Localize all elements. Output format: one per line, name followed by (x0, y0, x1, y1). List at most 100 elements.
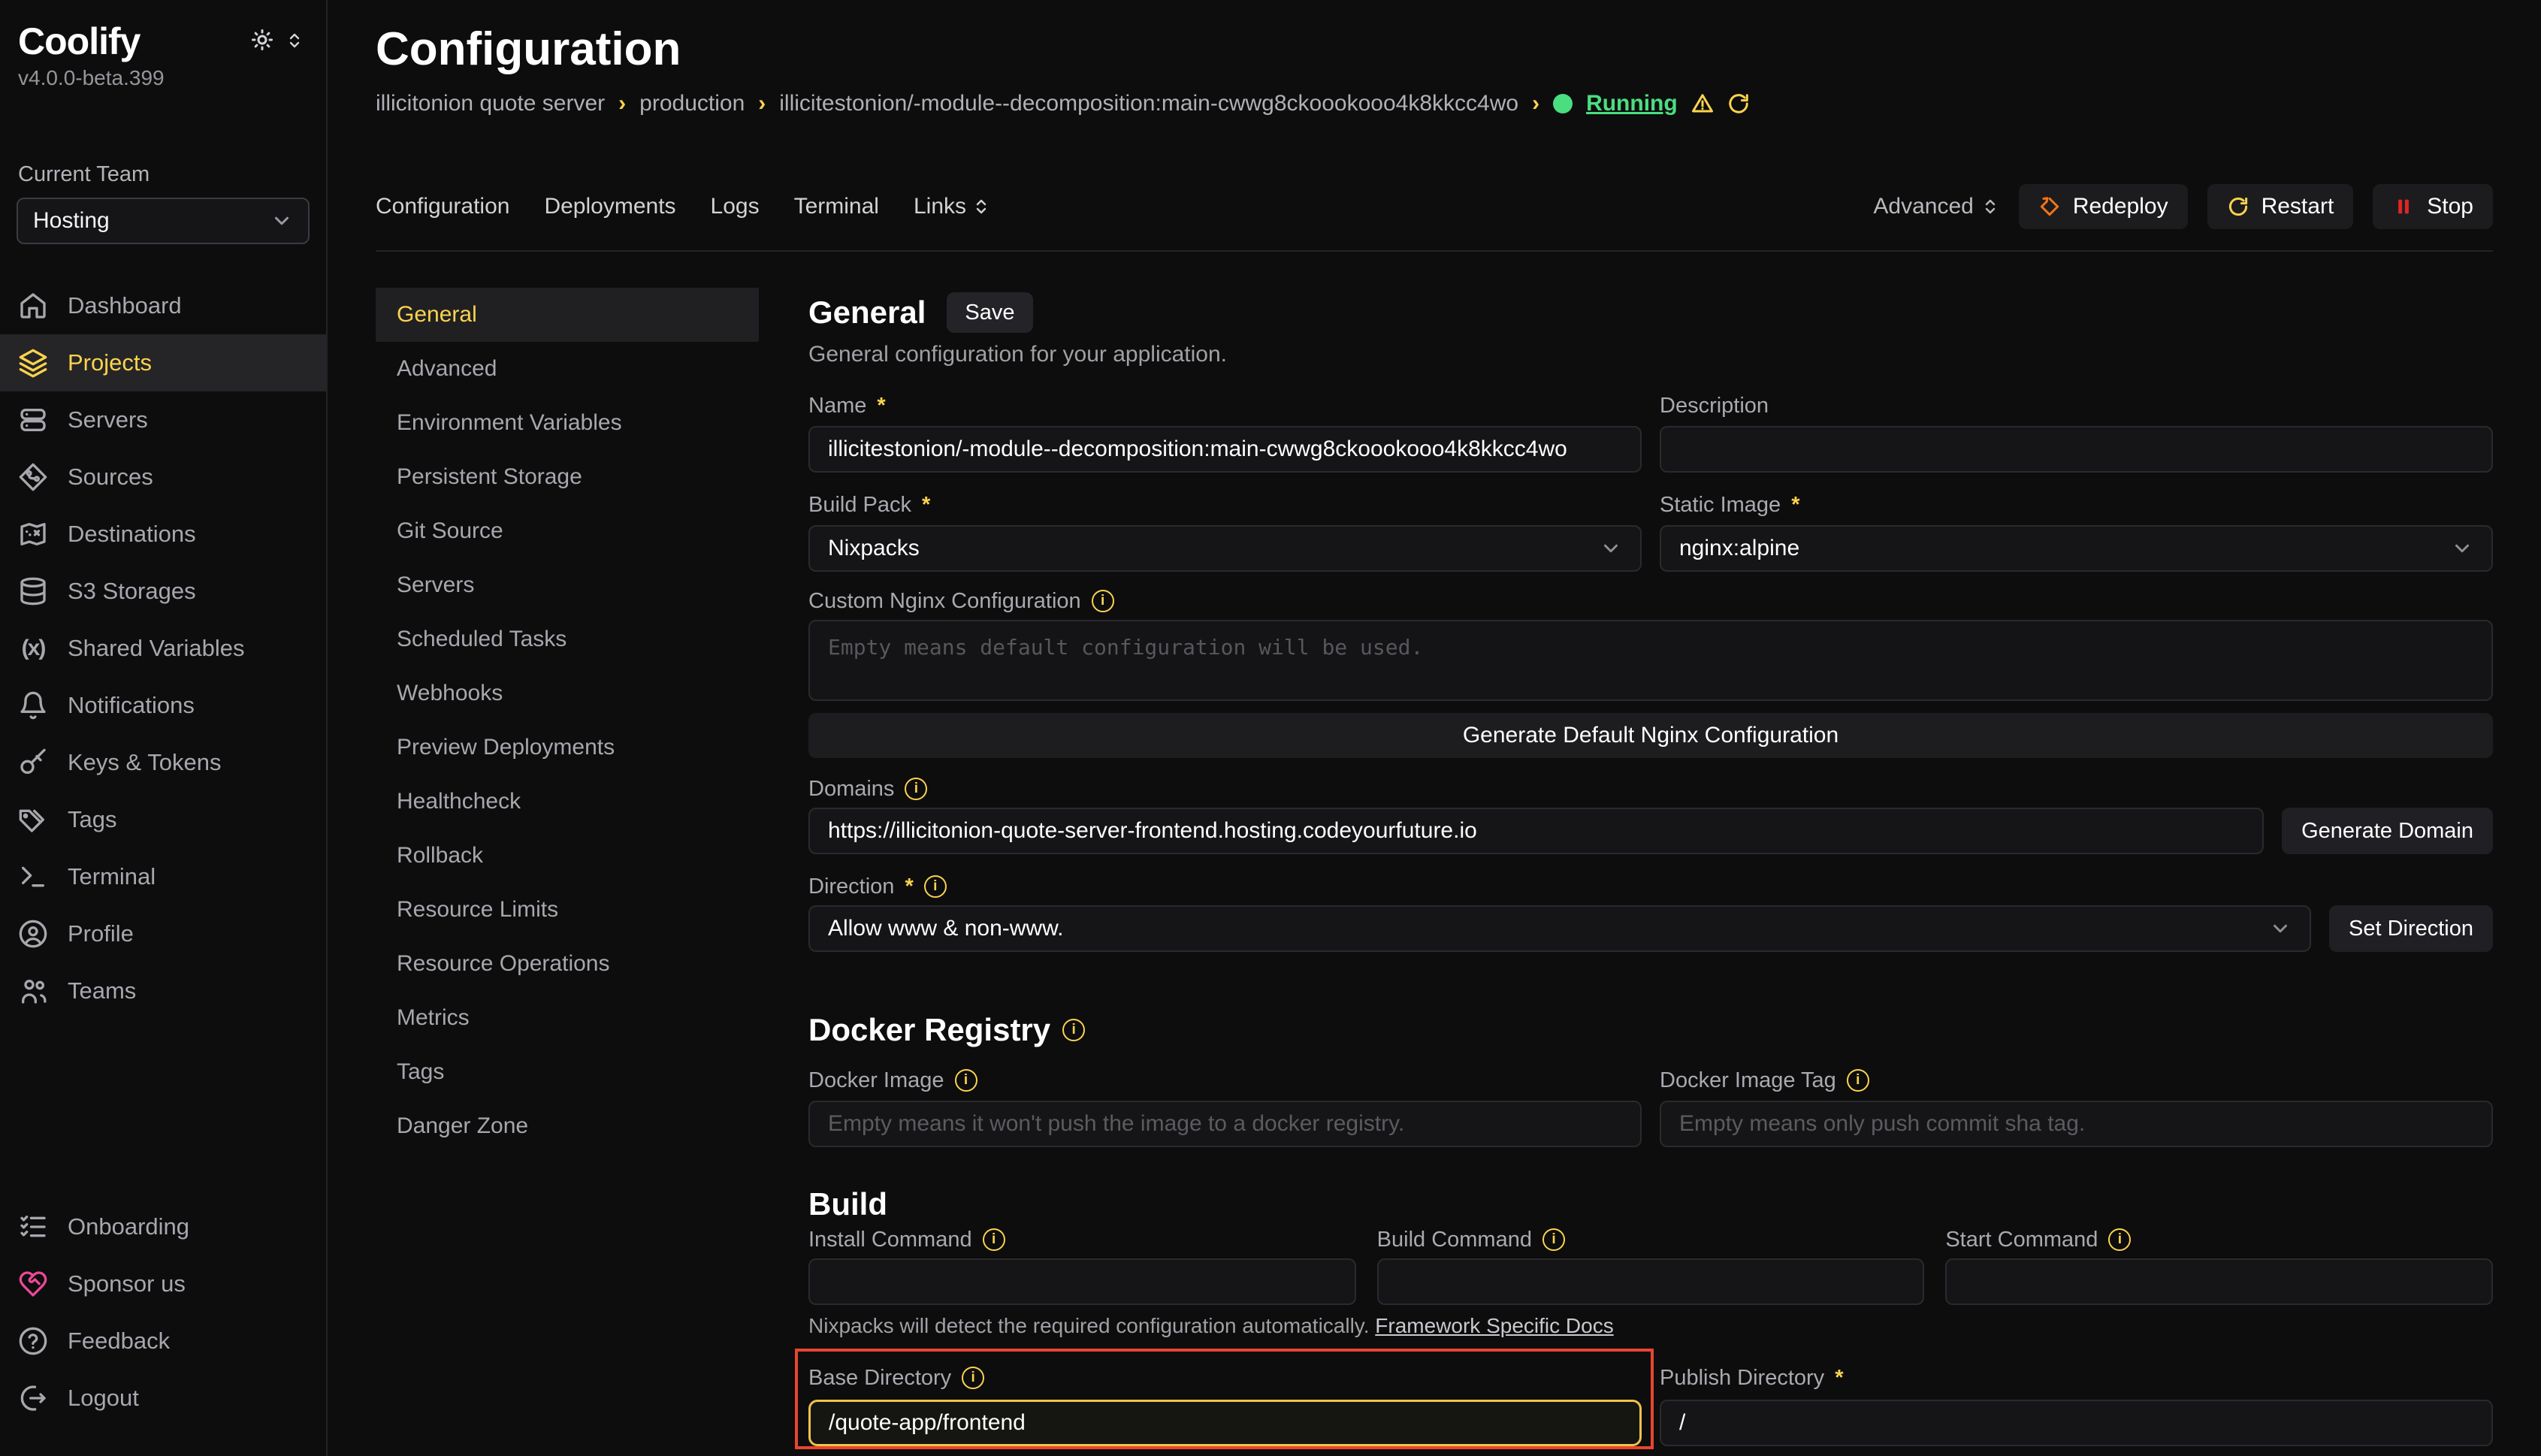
info-icon[interactable]: i (983, 1228, 1005, 1251)
framework-docs-link[interactable]: Framework Specific Docs (1375, 1314, 1613, 1337)
sidebar-item-servers[interactable]: Servers (0, 391, 326, 449)
name-input[interactable] (808, 426, 1642, 473)
warning-triangle-icon[interactable] (1691, 92, 1714, 115)
info-icon[interactable]: i (924, 875, 947, 898)
sidebar-item-s3-storages[interactable]: S3 Storages (0, 563, 326, 620)
sidebar-item-tags[interactable]: Tags (0, 791, 326, 848)
submenu-item-advanced[interactable]: Advanced (376, 342, 759, 396)
sidebar-item-logout[interactable]: Logout (0, 1370, 326, 1427)
breadcrumb-environment[interactable]: production (639, 91, 745, 116)
sidebar-item-destinations[interactable]: Destinations (0, 506, 326, 563)
theme-toggle-sun-icon[interactable] (251, 29, 273, 57)
submenu-item-rollback[interactable]: Rollback (376, 829, 759, 883)
tab-links[interactable]: Links (914, 194, 990, 219)
install-command-input[interactable] (808, 1258, 1356, 1305)
required-asterisk: * (877, 394, 885, 418)
terminal-icon (18, 862, 48, 892)
sidebar-item-feedback[interactable]: Feedback (0, 1313, 326, 1370)
sidebar-item-teams[interactable]: Teams (0, 962, 326, 1020)
submenu-item-scheduled-tasks[interactable]: Scheduled Tasks (376, 612, 759, 666)
breadcrumb-project[interactable]: illicitonion quote server (376, 91, 605, 116)
info-icon[interactable]: i (1847, 1069, 1869, 1092)
breadcrumb-separator-icon: › (758, 91, 766, 116)
publish-directory-input[interactable] (1660, 1400, 2493, 1446)
docker-image-label: Docker Imagei (808, 1068, 1642, 1093)
sidebar-bottom-nav: Onboarding Sponsor us Feedback Logout (0, 1198, 326, 1427)
base-directory-input[interactable] (808, 1400, 1642, 1446)
docker-image-tag-input[interactable] (1660, 1101, 2493, 1147)
info-icon[interactable]: i (955, 1069, 977, 1092)
start-command-label: Start Commandi (1945, 1227, 2493, 1252)
sidebar-item-profile[interactable]: Profile (0, 905, 326, 962)
nginx-config-textarea[interactable] (808, 620, 2493, 701)
submenu-item-servers[interactable]: Servers (376, 558, 759, 612)
collapse-chevrons-icon[interactable] (286, 30, 304, 56)
build-pack-select[interactable]: Nixpacks (808, 525, 1642, 572)
info-icon[interactable]: i (2108, 1228, 2131, 1251)
nixpacks-helper-text: Nixpacks will detect the required config… (808, 1314, 2493, 1338)
info-icon[interactable]: i (1062, 1019, 1085, 1041)
info-icon[interactable]: i (1092, 590, 1114, 612)
info-icon[interactable]: i (905, 778, 927, 800)
settings-submenu: General Advanced Environment Variables P… (376, 288, 759, 1456)
submenu-item-healthcheck[interactable]: Healthcheck (376, 775, 759, 829)
restart-button[interactable]: Restart (2207, 184, 2354, 229)
set-direction-button[interactable]: Set Direction (2329, 905, 2493, 952)
submenu-item-git-source[interactable]: Git Source (376, 504, 759, 558)
tab-deployments[interactable]: Deployments (544, 194, 675, 219)
build-command-input[interactable] (1377, 1258, 1925, 1305)
save-button[interactable]: Save (947, 292, 1032, 333)
submenu-item-persistent-storage[interactable]: Persistent Storage (376, 450, 759, 504)
chevrons-up-down-icon (1981, 198, 1999, 216)
nginx-config-label: Custom Nginx Configurationi (808, 588, 2493, 614)
tab-configuration[interactable]: Configuration (376, 194, 509, 219)
submenu-item-danger-zone[interactable]: Danger Zone (376, 1099, 759, 1153)
static-image-select[interactable]: nginx:alpine (1660, 525, 2493, 572)
submenu-item-tags[interactable]: Tags (376, 1045, 759, 1099)
general-form: General Save General configuration for y… (808, 288, 2493, 1456)
docker-image-input[interactable] (808, 1101, 1642, 1147)
generate-nginx-button[interactable]: Generate Default Nginx Configuration (808, 713, 2493, 758)
info-icon[interactable]: i (962, 1367, 984, 1389)
submenu-item-resource-operations[interactable]: Resource Operations (376, 937, 759, 991)
generate-domain-button[interactable]: Generate Domain (2282, 808, 2493, 854)
sidebar-item-shared-variables[interactable]: (x) Shared Variables (0, 620, 326, 677)
domains-input[interactable] (808, 808, 2264, 854)
sidebar-item-onboarding[interactable]: Onboarding (0, 1198, 326, 1255)
sidebar-item-projects[interactable]: Projects (0, 334, 326, 391)
name-label: Name* (808, 393, 1642, 418)
status-badge[interactable]: Running (1586, 91, 1678, 116)
info-icon[interactable]: i (1542, 1228, 1565, 1251)
server-icon (18, 405, 48, 435)
tab-terminal[interactable]: Terminal (794, 194, 879, 219)
sidebar-item-keys-tokens[interactable]: Keys & Tokens (0, 734, 326, 791)
direction-select[interactable]: Allow www & non-www. (808, 905, 2311, 952)
database-icon (18, 576, 48, 606)
sidebar-item-notifications[interactable]: Notifications (0, 677, 326, 734)
help-circle-icon (18, 1326, 48, 1356)
sidebar-item-sources[interactable]: Sources (0, 449, 326, 506)
stop-button[interactable]: Stop (2373, 184, 2493, 229)
sidebar-item-terminal[interactable]: Terminal (0, 848, 326, 905)
tags-icon (18, 805, 48, 835)
description-input[interactable] (1660, 426, 2493, 473)
required-asterisk: * (1791, 493, 1799, 518)
submenu-item-general[interactable]: General (376, 288, 759, 342)
refresh-icon[interactable] (1727, 92, 1750, 115)
submenu-item-metrics[interactable]: Metrics (376, 991, 759, 1045)
logout-icon (18, 1383, 48, 1413)
sidebar-item-dashboard[interactable]: Dashboard (0, 277, 326, 334)
submenu-item-environment-variables[interactable]: Environment Variables (376, 396, 759, 450)
static-image-label: Static Image* (1660, 492, 2493, 518)
advanced-dropdown[interactable]: Advanced (1873, 194, 1999, 219)
redeploy-button[interactable]: Redeploy (2019, 184, 2188, 229)
breadcrumb-application[interactable]: illicitestonion/-module--decomposition:m… (779, 91, 1518, 116)
start-command-input[interactable] (1945, 1258, 2493, 1305)
submenu-item-resource-limits[interactable]: Resource Limits (376, 883, 759, 937)
sidebar-item-sponsor-us[interactable]: Sponsor us (0, 1255, 326, 1313)
submenu-item-webhooks[interactable]: Webhooks (376, 666, 759, 720)
bell-icon (18, 690, 48, 720)
team-select[interactable]: Hosting (17, 198, 310, 244)
tab-logs[interactable]: Logs (711, 194, 760, 219)
submenu-item-preview-deployments[interactable]: Preview Deployments (376, 720, 759, 775)
